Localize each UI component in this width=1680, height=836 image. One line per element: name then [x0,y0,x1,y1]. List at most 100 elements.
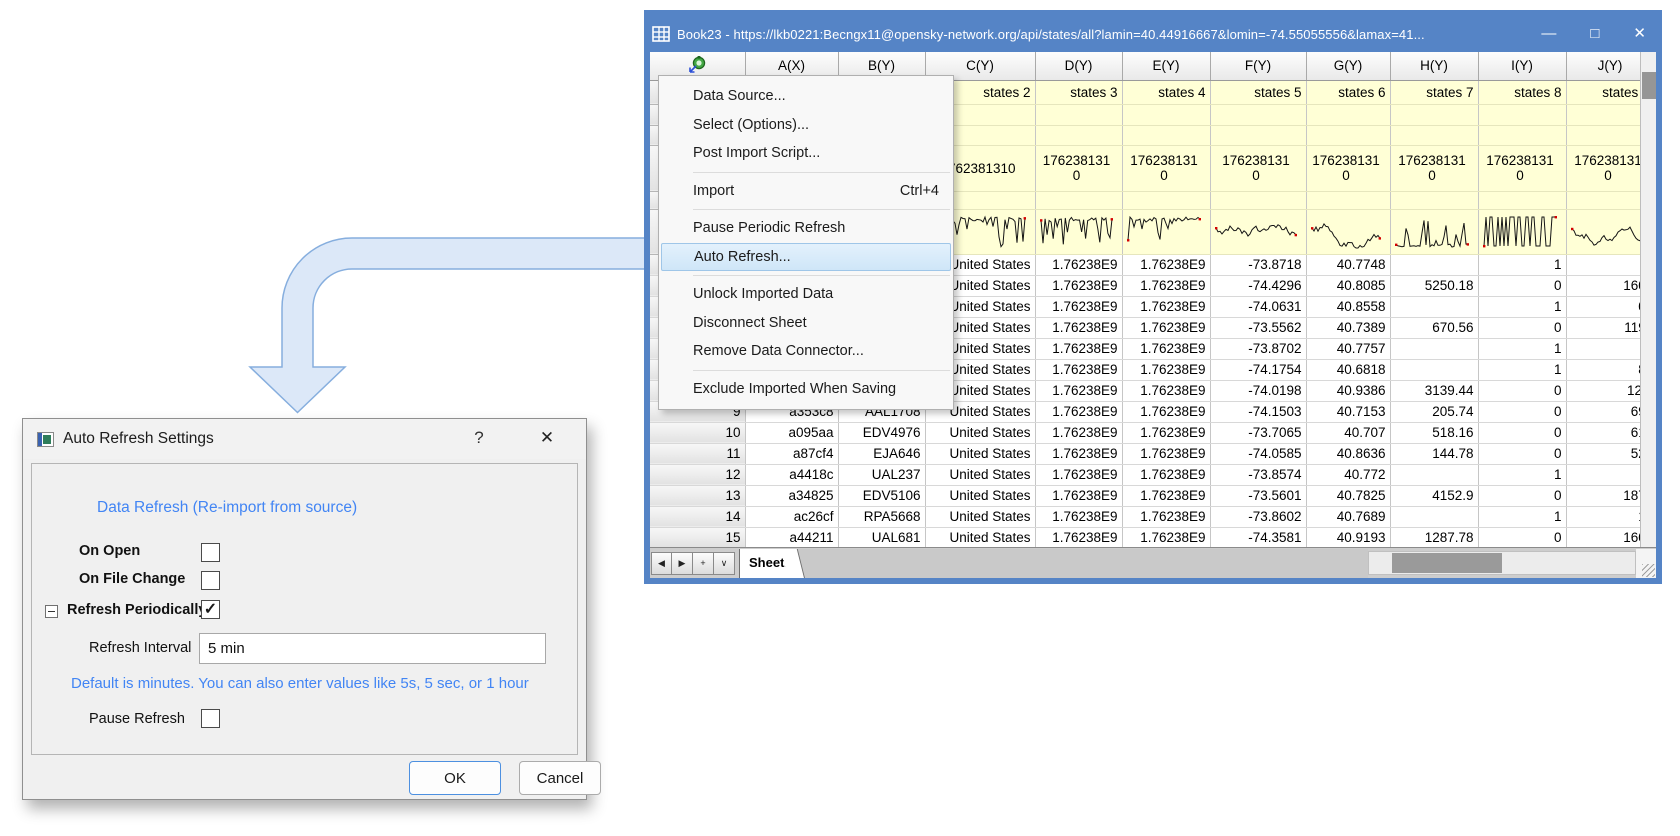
header-empty-cell[interactable] [1210,125,1306,145]
column-header-I[interactable]: I(Y) [1478,52,1566,80]
sheet-tab[interactable]: Sheet1 [739,549,796,578]
worksheet-cell[interactable]: 8. [1566,359,1640,380]
worksheet-cell[interactable]: 205.74 [1390,401,1478,422]
menu-item-import[interactable]: ImportCtrl+4 [659,177,953,206]
worksheet-cell[interactable]: 4152.9 [1390,485,1478,506]
worksheet-cell[interactable]: 1.76238E9 [1035,380,1122,401]
worksheet-cell[interactable]: EJA646 [838,443,925,464]
worksheet-cell[interactable]: a87cf4 [745,443,838,464]
fx-cell[interactable]: 1762381310 [1390,145,1478,191]
worksheet-cell[interactable]: 1 [1478,338,1566,359]
worksheet-cell[interactable]: United States [925,443,1035,464]
worksheet-cell[interactable]: 3139.44 [1390,380,1478,401]
worksheet-cell[interactable]: -74.0198 [1210,380,1306,401]
worksheet-cell[interactable]: 0 [1478,443,1566,464]
worksheet-cell[interactable]: 1.76238E9 [1122,443,1210,464]
worksheet-cell[interactable]: 0 [1478,485,1566,506]
states-label-cell[interactable]: states 4 [1122,80,1210,104]
worksheet-cell[interactable]: 1.76238E9 [1035,317,1122,338]
worksheet-cell[interactable]: 0. [1566,296,1640,317]
worksheet-cell[interactable]: -74.0585 [1210,443,1306,464]
worksheet-cell[interactable]: 127 [1566,380,1640,401]
header-empty-cell[interactable] [1478,104,1566,125]
add-sheet-icon[interactable]: + [693,552,714,575]
refresh-interval-input[interactable] [199,633,546,664]
worksheet-cell[interactable]: 1 [1478,296,1566,317]
header-empty-cell[interactable] [1210,104,1306,125]
worksheet-cell[interactable]: -74.1754 [1210,359,1306,380]
worksheet-cell[interactable]: 0 [1478,401,1566,422]
worksheet-cell[interactable]: 1 [1478,506,1566,527]
worksheet-cell[interactable]: 1.76238E9 [1122,380,1210,401]
on-open-checkbox[interactable] [201,543,220,562]
menu-item-auto-refresh[interactable]: Auto Refresh... [661,243,951,272]
header-empty-cell[interactable] [1035,104,1122,125]
vertical-scrollbar-thumb[interactable] [1642,72,1656,99]
sparkline-cell[interactable] [1566,209,1640,254]
help-button[interactable]: ? [468,428,490,448]
worksheet-cell[interactable] [1566,254,1640,275]
header-empty-cell[interactable] [1390,191,1478,209]
worksheet-cell[interactable]: 670.56 [1390,317,1478,338]
worksheet-cell[interactable]: 52. [1566,443,1640,464]
header-empty-cell[interactable] [1035,191,1122,209]
worksheet-cell[interactable]: -73.8718 [1210,254,1306,275]
worksheet-cell[interactable]: a44211 [745,527,838,547]
sheet-list-icon[interactable]: ∨ [714,552,735,575]
menu-item-pause-periodic-refresh[interactable]: Pause Periodic Refresh [659,214,953,243]
worksheet-cell[interactable]: 61. [1566,422,1640,443]
worksheet-cell[interactable]: -73.7065 [1210,422,1306,443]
worksheet-cell[interactable]: 1.76238E9 [1035,296,1122,317]
worksheet-cell[interactable] [1390,359,1478,380]
worksheet-cell[interactable]: 1.76238E9 [1122,485,1210,506]
menu-item-disconnect-sheet[interactable]: Disconnect Sheet [659,309,953,338]
header-empty-cell[interactable] [1122,125,1210,145]
row-header[interactable]: 10 [650,422,745,443]
worksheet-cell[interactable]: United States [925,422,1035,443]
states-label-cell[interactable]: states 7 [1390,80,1478,104]
worksheet-cell[interactable]: 40.8636 [1306,443,1390,464]
worksheet-cell[interactable]: 40.9193 [1306,527,1390,547]
worksheet-cell[interactable]: 0 [1478,422,1566,443]
menu-item-select-options[interactable]: Select (Options)... [659,111,953,140]
worksheet-cell[interactable] [1390,338,1478,359]
prev-sheet-icon[interactable]: ◀ [651,552,672,575]
fx-cell[interactable]: 1762381310 [1035,145,1122,191]
sparkline-cell[interactable] [1306,209,1390,254]
worksheet-cell[interactable] [1390,506,1478,527]
worksheet-cell[interactable]: 1.76238E9 [1122,275,1210,296]
menu-item-post-import-script[interactable]: Post Import Script... [659,139,953,168]
menu-item-exclude-imported-when-saving[interactable]: Exclude Imported When Saving [659,375,953,404]
worksheet-cell[interactable]: 1.76238E9 [1122,338,1210,359]
cancel-button[interactable]: Cancel [519,761,601,795]
row-header[interactable]: 13 [650,485,745,506]
header-empty-cell[interactable] [1566,104,1640,125]
worksheet-cell[interactable]: 1.76238E9 [1035,401,1122,422]
fx-cell[interactable]: 1762381310 [1306,145,1390,191]
vertical-scrollbar[interactable] [1640,52,1656,547]
fx-cell[interactable]: 1762381310 [1122,145,1210,191]
worksheet-cell[interactable]: 5250.18 [1390,275,1478,296]
worksheet-cell[interactable]: 160. [1566,527,1640,547]
row-header[interactable]: 15 [650,527,745,547]
worksheet-cell[interactable]: 187. [1566,485,1640,506]
sparkline-cell[interactable] [1210,209,1306,254]
resize-grip[interactable] [1636,549,1656,578]
column-header-H[interactable]: H(Y) [1390,52,1478,80]
worksheet-cell[interactable] [1566,338,1640,359]
worksheet-cell[interactable]: 1.76238E9 [1122,254,1210,275]
worksheet-cell[interactable] [1390,296,1478,317]
worksheet-cell[interactable]: 1 [1478,254,1566,275]
worksheet-cell[interactable]: -74.0631 [1210,296,1306,317]
worksheet-cell[interactable]: 1.76238E9 [1035,422,1122,443]
worksheet-cell[interactable]: 119. [1566,317,1640,338]
horizontal-scrollbar[interactable] [1368,551,1636,575]
collapse-expander-icon[interactable] [45,605,58,618]
worksheet-cell[interactable]: 40.8558 [1306,296,1390,317]
horizontal-scrollbar-thumb[interactable] [1392,553,1502,573]
fx-cell[interactable]: 1762381310 [1478,145,1566,191]
worksheet-cell[interactable]: 1.76238E9 [1035,506,1122,527]
worksheet-cell[interactable]: 1.76238E9 [1122,317,1210,338]
worksheet-cell[interactable]: 1.76238E9 [1122,527,1210,547]
worksheet-cell[interactable]: 1.76238E9 [1122,296,1210,317]
